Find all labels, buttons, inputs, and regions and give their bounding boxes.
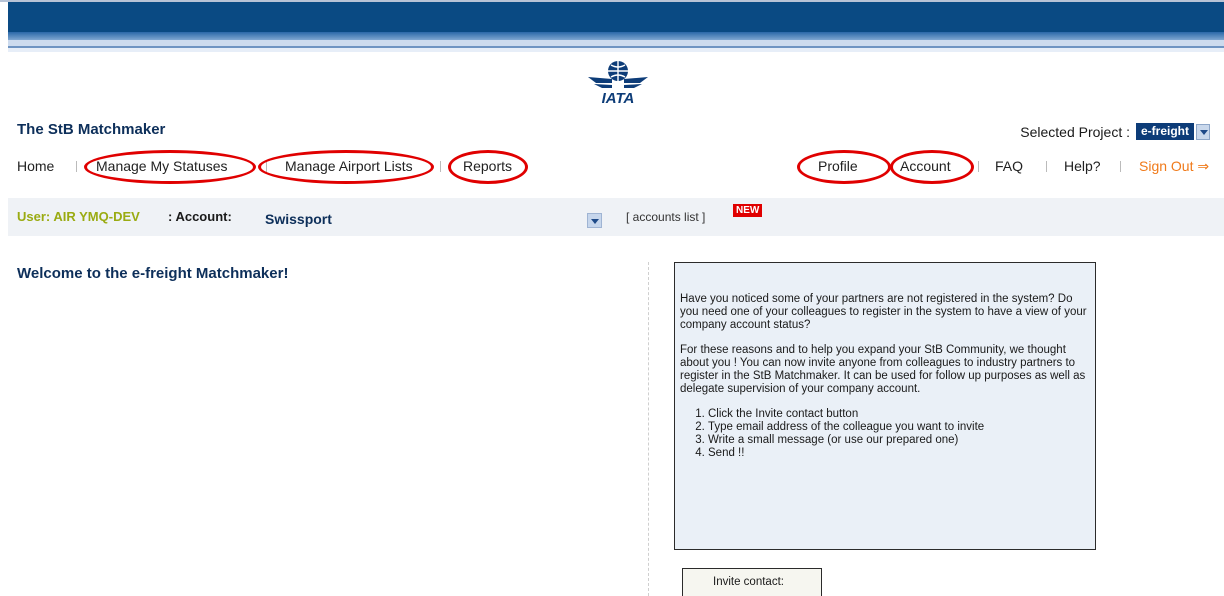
list-item: Click the Invite contact button bbox=[708, 408, 1089, 421]
accounts-list-link[interactable]: [ accounts list ] bbox=[626, 210, 705, 224]
nav-home[interactable]: Home bbox=[17, 158, 54, 174]
invite-contact-button[interactable]: Invite contact: bbox=[682, 568, 822, 596]
info-paragraph: For these reasons and to help you expand… bbox=[680, 344, 1086, 395]
account-select-value[interactable]: Swissport bbox=[265, 211, 332, 227]
welcome-heading: Welcome to the e-freight Matchmaker! bbox=[17, 265, 289, 282]
nav-account[interactable]: Account bbox=[900, 158, 951, 174]
nav-separator bbox=[76, 161, 77, 172]
project-dropdown-arrow-icon[interactable] bbox=[1196, 123, 1210, 140]
nav-faq[interactable]: FAQ bbox=[995, 158, 1023, 174]
nav-manage-my-statuses[interactable]: Manage My Statuses bbox=[96, 158, 228, 174]
nav-separator bbox=[1046, 161, 1047, 172]
nav-manage-airport-lists[interactable]: Manage Airport Lists bbox=[285, 158, 413, 174]
top-banner bbox=[0, 0, 1224, 56]
column-divider bbox=[648, 262, 649, 596]
info-paragraph: Have you noticed some of your partners a… bbox=[680, 293, 1087, 331]
account-dropdown-arrow-icon[interactable] bbox=[587, 213, 602, 228]
project-value[interactable]: e-freight bbox=[1136, 123, 1194, 140]
invite-info-box: Have you noticed some of your partners a… bbox=[674, 262, 1096, 550]
nav-separator bbox=[978, 161, 979, 172]
project-selector[interactable]: Selected Project : e-freight bbox=[1020, 123, 1210, 140]
app-title: The StB Matchmaker bbox=[17, 121, 166, 138]
list-item: Write a small message (or use our prepar… bbox=[708, 434, 1089, 447]
logo-text: IATA bbox=[602, 90, 635, 105]
nav-profile[interactable]: Profile bbox=[818, 158, 858, 174]
new-badge: NEW bbox=[733, 204, 763, 217]
project-label: Selected Project : bbox=[1020, 123, 1130, 140]
list-item: Send !! bbox=[708, 447, 1089, 460]
nav-separator bbox=[1120, 161, 1121, 172]
invite-steps-list: Click the Invite contact button Type ema… bbox=[708, 408, 1089, 460]
iata-logo: IATA bbox=[582, 57, 654, 107]
list-item: Type email address of the colleague you … bbox=[708, 421, 1089, 434]
nav-separator bbox=[440, 161, 441, 172]
nav-separator bbox=[266, 161, 267, 172]
nav-help[interactable]: Help? bbox=[1064, 158, 1101, 174]
nav-reports[interactable]: Reports bbox=[463, 158, 512, 174]
account-label: : Account: bbox=[168, 209, 232, 224]
user-label: User: AIR YMQ-DEV bbox=[17, 209, 140, 224]
nav-sign-out[interactable]: Sign Out ⇒ bbox=[1139, 158, 1209, 175]
